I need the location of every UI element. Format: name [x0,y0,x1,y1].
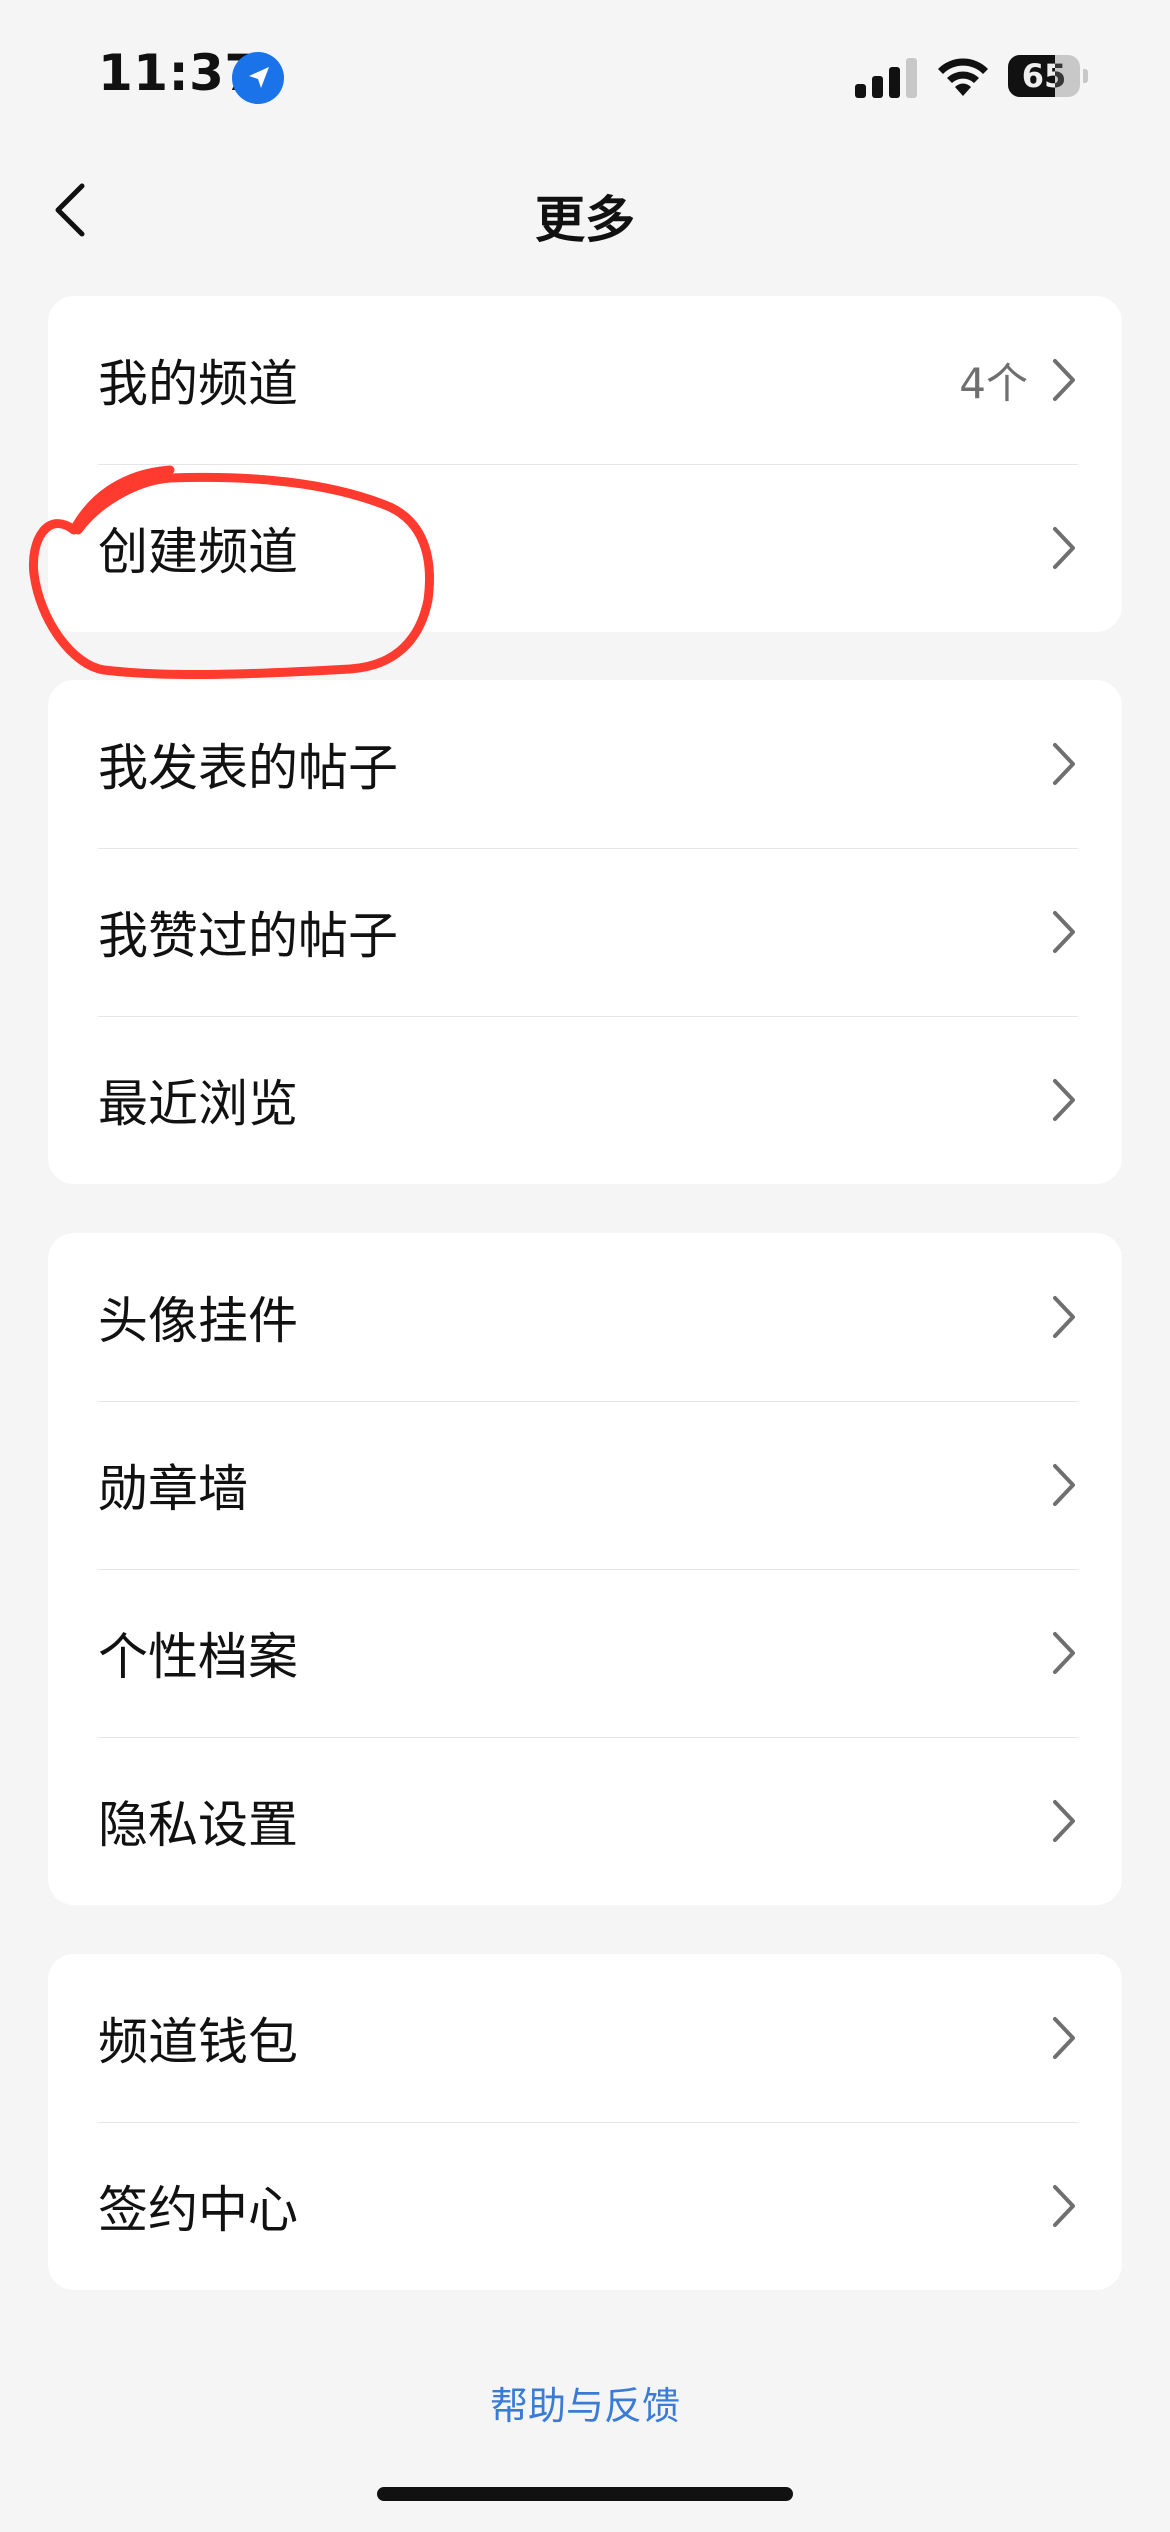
menu-item-label: 我发表的帖子 [98,739,398,797]
menu-item-label: 创建频道 [98,523,298,581]
menu-item-recent-views[interactable]: 最近浏览 [48,1016,1122,1184]
chevron-right-icon [1053,1296,1075,1338]
chevron-right-icon [1053,743,1075,785]
menu-item-channel-wallet[interactable]: 频道钱包 [48,1954,1122,2122]
chevron-right-icon [1053,2185,1075,2227]
channel-count: 4个 [959,358,1028,408]
chevron-right-icon [1053,1632,1075,1674]
location-arrow-icon [232,52,284,104]
home-indicator [377,2487,793,2501]
chevron-right-icon [1053,1800,1075,1842]
status-bar: 11:37 65 [0,0,1170,150]
menu-item-my-channels[interactable]: 我的频道 4个 [48,296,1122,464]
menu-item-label: 隐私设置 [98,1796,298,1854]
nav-bar: 更多 [0,150,1170,270]
menu-item-label: 最近浏览 [98,1075,298,1133]
section-posts: 我发表的帖子 我赞过的帖子 最近浏览 [48,680,1122,1184]
battery-icon: 65 [1008,55,1088,97]
menu-item-label: 个性档案 [98,1628,298,1686]
section-profile: 头像挂件 勋章墙 个性档案 隐私设置 [48,1233,1122,1905]
chevron-right-icon [1053,911,1075,953]
battery-body: 65 [1008,55,1080,97]
wifi-icon [938,58,988,96]
battery-percent: 65 [1021,57,1067,95]
menu-item-label: 频道钱包 [98,2013,298,2071]
menu-item-label: 勋章墙 [98,1460,248,1518]
chevron-right-icon [1053,359,1075,401]
menu-item-create-channel[interactable]: 创建频道 [48,464,1122,632]
menu-item-my-posts[interactable]: 我发表的帖子 [48,680,1122,848]
chevron-right-icon [1053,527,1075,569]
menu-item-label: 我赞过的帖子 [98,907,398,965]
battery-tip [1083,69,1088,83]
section-channels: 我的频道 4个 创建频道 [48,296,1122,632]
cellular-signal-icon [855,58,917,98]
menu-item-privacy-settings[interactable]: 隐私设置 [48,1737,1122,1905]
chevron-right-icon [1053,1464,1075,1506]
menu-item-avatar-pendant[interactable]: 头像挂件 [48,1233,1122,1401]
menu-item-contract-center[interactable]: 签约中心 [48,2122,1122,2290]
chevron-right-icon [1053,1079,1075,1121]
menu-item-label: 我的频道 [98,355,298,413]
menu-item-personal-profile[interactable]: 个性档案 [48,1569,1122,1737]
menu-item-medal-wall[interactable]: 勋章墙 [48,1401,1122,1569]
help-feedback-link[interactable]: 帮助与反馈 [0,2375,1170,2430]
section-wallet: 频道钱包 签约中心 [48,1954,1122,2290]
page-title: 更多 [535,191,635,249]
menu-item-liked-posts[interactable]: 我赞过的帖子 [48,848,1122,1016]
chevron-right-icon [1053,2017,1075,2059]
menu-item-label: 签约中心 [98,2181,298,2239]
menu-item-label: 头像挂件 [98,1292,298,1350]
